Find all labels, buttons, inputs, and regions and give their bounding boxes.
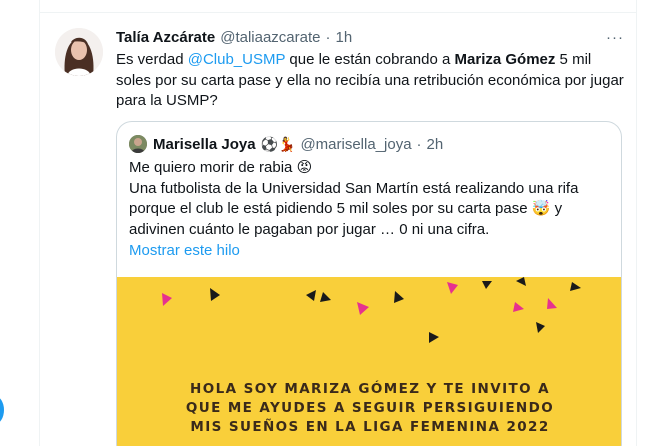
mention-link[interactable]: @Club_USMP — [188, 51, 286, 68]
tweet-text-part: Es verdad — [116, 51, 188, 68]
image-text-line: MIS SUEÑOS EN LA LIGA FEMENINA 2022 — [190, 419, 550, 435]
quoted-author-handle[interactable]: @marisella_joya — [300, 136, 411, 153]
more-options-button[interactable]: ··· — [604, 26, 626, 48]
timeline-right-border — [636, 0, 637, 446]
tweet-divider — [40, 12, 637, 13]
show-thread-link[interactable]: Mostrar este hilo — [129, 242, 240, 259]
author-handle[interactable]: @taliaazcarate — [220, 29, 320, 46]
image-text-line: QUE ME AYUDES A SEGUIR PERSIGUIENDO — [185, 400, 555, 416]
quoted-tweet-card[interactable]: Marisella Joya ⚽💃 @marisella_joya · 2h M… — [116, 121, 622, 446]
quoted-text-body: Una futbolista de la Universidad San Mar… — [129, 179, 579, 238]
quoted-tweet-image[interactable]: HOLA SOY MARIZA GÓMEZ Y TE INVITO A QUE … — [117, 277, 621, 446]
quoted-text-line: Me quiero morir de rabia 😡 — [129, 159, 313, 176]
quoted-tweet-text: Me quiero morir de rabia 😡 Una futbolist… — [129, 158, 609, 240]
tweet-text: Es verdad @Club_USMP que le están cobran… — [116, 50, 626, 112]
tweet-timestamp[interactable]: 1h — [336, 29, 353, 46]
left-sidebar-edge — [0, 0, 40, 446]
tweet-text-part: que le están cobrando a — [285, 51, 455, 68]
quoted-author-avatar[interactable] — [129, 135, 147, 153]
author-avatar[interactable] — [55, 28, 103, 76]
quoted-timestamp[interactable]: 2h — [427, 136, 444, 153]
author-name[interactable]: Talía Azcárate — [116, 29, 215, 46]
tweet-text-bold: Mariza Gómez — [454, 51, 556, 68]
quoted-author-name[interactable]: Marisella Joya — [153, 136, 256, 153]
compose-button-edge[interactable] — [0, 396, 4, 424]
more-icon: ··· — [606, 28, 624, 46]
image-text-line: HOLA SOY MARIZA GÓMEZ Y TE INVITO A — [190, 381, 550, 397]
quoted-separator: · — [416, 135, 422, 153]
tweet-header: Talía Azcárate @taliaazcarate · 1h — [116, 27, 352, 47]
header-separator: · — [325, 28, 331, 46]
quoted-author-emojis: ⚽💃 — [260, 135, 296, 152]
quoted-tweet-header: Marisella Joya ⚽💃 @marisella_joya · 2h — [129, 134, 443, 154]
